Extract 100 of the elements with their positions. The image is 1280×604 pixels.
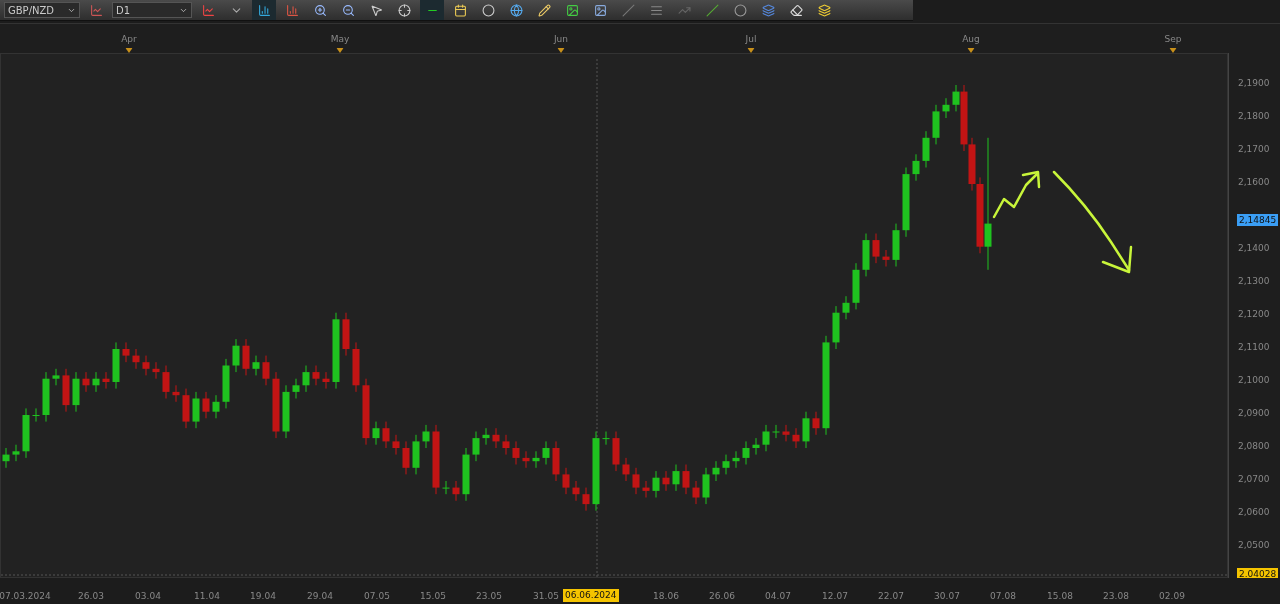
candlestick [2, 447, 10, 468]
candlestick [832, 305, 840, 350]
candlestick [472, 430, 480, 462]
candlestick [882, 249, 890, 267]
candlestick [72, 371, 80, 412]
price-label: 2,1200 [1237, 307, 1271, 321]
candlestick [522, 450, 530, 468]
candlestick [372, 420, 380, 445]
candlestick [802, 410, 810, 449]
date-label: 15.05 [420, 590, 446, 601]
candlestick [862, 232, 870, 277]
timeframe-dropdown[interactable]: D1 [112, 2, 192, 19]
candlestick [22, 407, 30, 459]
candlestick [652, 470, 660, 498]
date-label: 23.08 [1103, 590, 1129, 601]
candlestick [942, 97, 950, 119]
candlestick [662, 470, 670, 492]
candlestick [392, 434, 400, 455]
candlestick [452, 480, 460, 501]
candlestick [502, 434, 510, 455]
price-label: 2,1900 [1237, 76, 1271, 90]
crosshair-date-tag: 06.06.2024 [563, 588, 619, 602]
low-price-tag: 2.04028 [1237, 567, 1279, 580]
candlestick [202, 391, 210, 419]
price-label: 2,1100 [1237, 340, 1271, 354]
candlestick [142, 354, 150, 376]
candlestick [552, 440, 560, 482]
price-label: 2,0600 [1237, 505, 1271, 519]
candlestick [402, 440, 410, 475]
candlestick [842, 295, 850, 320]
candlestick [182, 387, 190, 429]
candlestick [232, 338, 240, 373]
candlestick [632, 467, 640, 495]
date-label: 12.07 [822, 590, 848, 601]
candlestick [222, 358, 230, 409]
candlestick [772, 424, 780, 439]
candlestick [682, 463, 690, 495]
candlestick [112, 341, 120, 389]
candlestick [892, 222, 900, 267]
candlestick [442, 480, 450, 495]
date-label: 18.06 [653, 590, 679, 601]
candlestick [352, 341, 360, 393]
price-label: 2,1700 [1237, 142, 1271, 156]
candlestick [152, 361, 160, 379]
price-label: 2,0900 [1237, 406, 1271, 420]
candlestick [162, 364, 170, 399]
date-label: 02.09 [1159, 590, 1185, 601]
candlestick [302, 364, 310, 393]
candlestick [212, 394, 220, 419]
candlestick [752, 437, 760, 455]
date-label: 26.06 [709, 590, 735, 601]
candlestick [812, 410, 820, 435]
candlestick [872, 232, 880, 264]
candlestick [42, 371, 50, 422]
month-label: Jul [745, 34, 757, 45]
candlestick [792, 427, 800, 449]
candlestick [62, 368, 70, 412]
date-label: 31.05 [533, 590, 559, 601]
current-price-tag: 2,14845 [1237, 213, 1279, 226]
date-label: 07.03.2024 [0, 590, 51, 601]
candlestick [282, 384, 290, 439]
candlestick [532, 450, 540, 468]
candlestick [762, 424, 770, 452]
candlestick [242, 338, 250, 376]
candlestick [922, 130, 930, 168]
candlestick [322, 371, 330, 389]
candlestick [562, 467, 570, 495]
price-label: 2,1400 [1237, 241, 1271, 255]
date-label: 07.05 [364, 590, 390, 601]
candlestick [252, 354, 260, 376]
candlestick [912, 153, 920, 181]
candlestick [292, 377, 300, 399]
candlestick [602, 430, 610, 445]
candlestick [712, 460, 720, 482]
candlestick [192, 391, 200, 429]
date-label: 29.04 [307, 590, 333, 601]
date-label: 19.04 [250, 590, 276, 601]
symbol-dropdown[interactable]: GBP/NZD [4, 2, 80, 19]
candlestick [702, 467, 710, 505]
bar-chart-icon[interactable] [252, 0, 276, 21]
candlestick [102, 371, 110, 389]
candlestick [902, 166, 910, 237]
candlestick [732, 450, 740, 468]
price-label: 2,0800 [1237, 439, 1271, 453]
price-label: 2,1000 [1237, 373, 1271, 387]
candlestick [542, 440, 550, 465]
candlestick [362, 377, 370, 445]
price-label: 2,1300 [1237, 274, 1271, 288]
candlestick [582, 486, 590, 511]
candlestick [122, 341, 130, 363]
zigzag-arrow-drawing [992, 170, 1041, 218]
candlestick [622, 457, 630, 482]
date-label: 04.07 [765, 590, 791, 601]
candlestick [782, 424, 790, 442]
candlestick [412, 434, 420, 475]
candlestick [642, 480, 650, 498]
candlestick [932, 104, 940, 145]
candlestick [32, 407, 40, 422]
date-label: 03.04 [135, 590, 161, 601]
candlestick [312, 364, 320, 386]
